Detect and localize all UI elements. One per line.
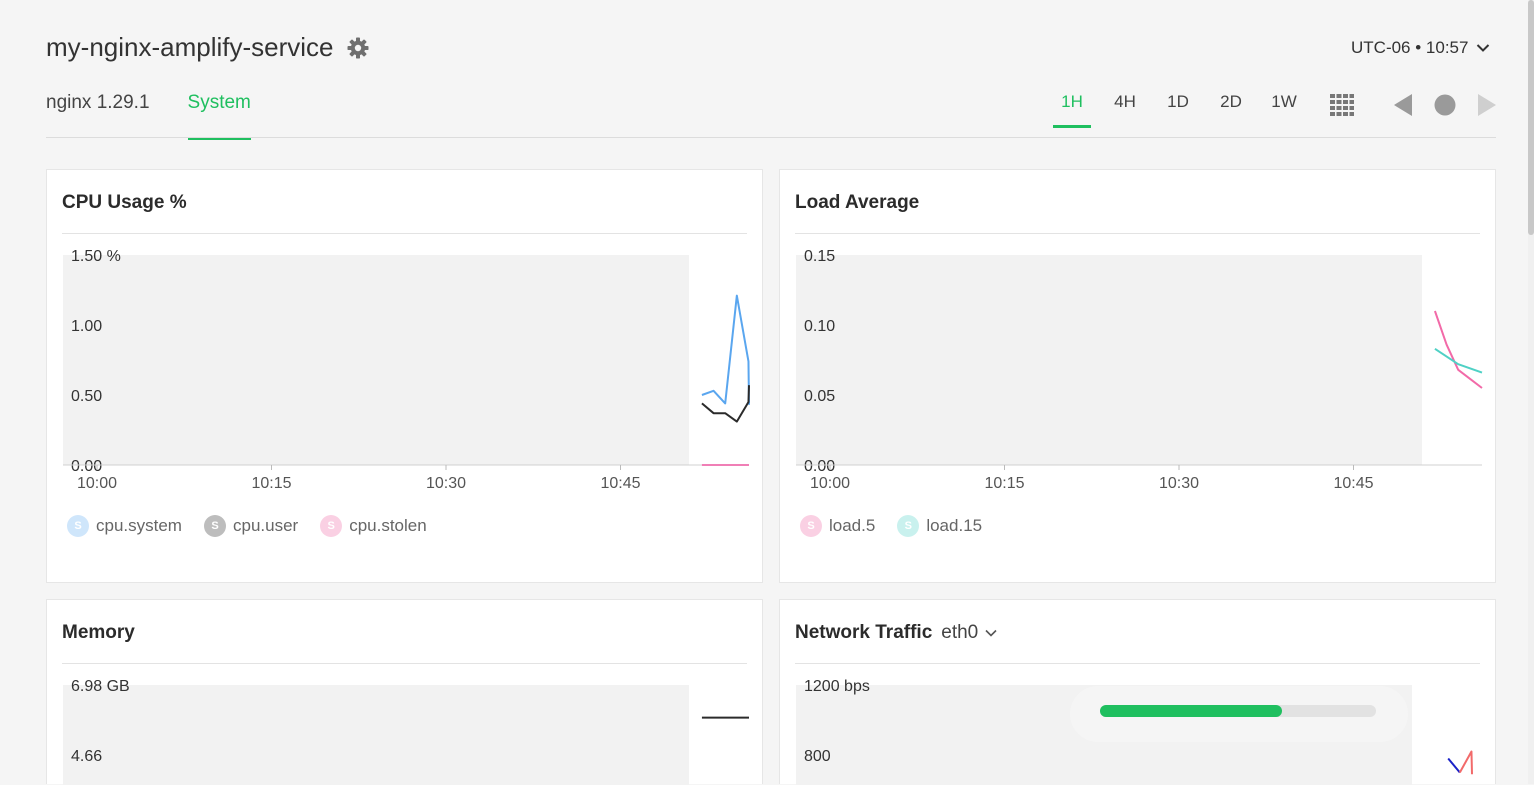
series-line [1447,757,1461,774]
x-tick-label: 10:15 [984,475,1024,492]
y-tick-label: 0.00 [804,458,835,475]
circle-icon[interactable] [1434,94,1456,121]
legend-item[interactable]: Scpu.stolen [320,515,427,537]
legend-swatch-icon: S [320,515,343,537]
x-tick-label: 10:30 [1159,475,1199,492]
legend-label: load.15 [926,516,983,535]
gear-icon[interactable] [346,36,370,60]
chart-legend: Scpu.system Scpu.user Scpu.stolen [67,515,427,537]
legend-swatch-icon: S [800,515,822,537]
progress-fill [1100,705,1283,717]
chart-shaded-area [796,255,1422,465]
range-1w[interactable]: 1W [1265,92,1303,126]
page-title: my-nginx-amplify-service [46,32,370,63]
x-tick-label: 10:45 [600,475,640,492]
x-tick-label: 10:15 [251,475,291,492]
time-range-selector: 1H 4H 1D 2D 1W [1053,92,1318,128]
legend-swatch-icon: S [203,515,226,537]
y-tick-label: 1.00 [71,318,102,335]
range-2d[interactable]: 2D [1212,92,1250,126]
y-tick-label: 0.10 [804,318,835,335]
progress-track [1100,705,1376,717]
tab-system[interactable]: System [187,92,252,140]
chart-shaded-area [63,255,689,465]
timezone-label: UTC-06 • 10:57 [1351,38,1469,57]
tab-nginx[interactable]: nginx 1.29.1 [46,92,150,126]
legend-label: cpu.stolen [349,516,427,535]
section-tabs: nginx 1.29.1 System [46,92,252,140]
scrollbar-thumb[interactable] [1528,0,1534,235]
tabs-divider [46,137,1496,138]
chart-legend: Sload.5 Sload.15 [800,515,982,537]
legend-swatch-icon: S [897,515,920,537]
legend-item[interactable]: Scpu.user [203,515,299,537]
service-name: my-nginx-amplify-service [46,32,334,62]
legend-item[interactable]: Sload.5 [800,515,875,537]
y-tick-label: 0.50 [71,388,102,405]
y-tick-label: 4.66 [71,748,102,765]
legend-label: load.5 [829,516,876,535]
legend-label: cpu.system [96,516,182,535]
page-scrollbar[interactable] [1528,0,1534,784]
x-tick-label: 10:30 [426,475,466,492]
y-tick-label: 0.15 [804,248,835,265]
triangle-left-icon[interactable] [1393,93,1413,122]
series-line [701,294,750,405]
x-tick-label: 10:45 [1333,475,1373,492]
legend-swatch-icon: S [67,515,89,537]
timezone-selector[interactable]: UTC-06 • 10:57 [1351,38,1490,58]
memory-panel: Memory 6.98 GB 4.66 [46,599,764,785]
range-1h[interactable]: 1H [1053,92,1091,128]
memory-chart[interactable]: 6.98 GB 4.66 [47,600,764,785]
cpu-usage-panel: CPU Usage % 1.50 % 1.00 0.50 0.00 10:00 10:15… [46,169,763,583]
loading-indicator [1070,686,1408,742]
series-line [1458,750,1473,775]
series-line [1433,310,1483,389]
y-tick-label: 6.98 GB [71,678,130,695]
y-tick-label: 0.05 [804,388,835,405]
y-tick-label: 1200 bps [804,678,870,695]
x-tick-label: 10:00 [77,475,117,492]
y-tick-label: 0.00 [71,458,102,475]
range-4h[interactable]: 4H [1106,92,1144,126]
chart-shaded-area [63,685,689,785]
legend-label: cpu.user [232,516,299,535]
grid-icon[interactable] [1330,94,1354,121]
x-tick-label: 10:00 [810,475,850,492]
chevron-down-icon [1476,43,1490,53]
y-tick-label: 800 [804,748,831,765]
triangle-right-icon[interactable] [1477,93,1497,122]
load-average-panel: Load Average 0.15 0.10 0.05 0.00 10:00 10:15 1… [779,169,1496,583]
legend-item[interactable]: Sload.15 [897,515,982,537]
y-tick-label: 1.50 % [71,248,121,265]
legend-item[interactable]: Scpu.system [67,515,182,537]
range-1d[interactable]: 1D [1159,92,1197,126]
network-traffic-panel: Network Traffic eth0 1200 bps 800 [779,599,1496,785]
